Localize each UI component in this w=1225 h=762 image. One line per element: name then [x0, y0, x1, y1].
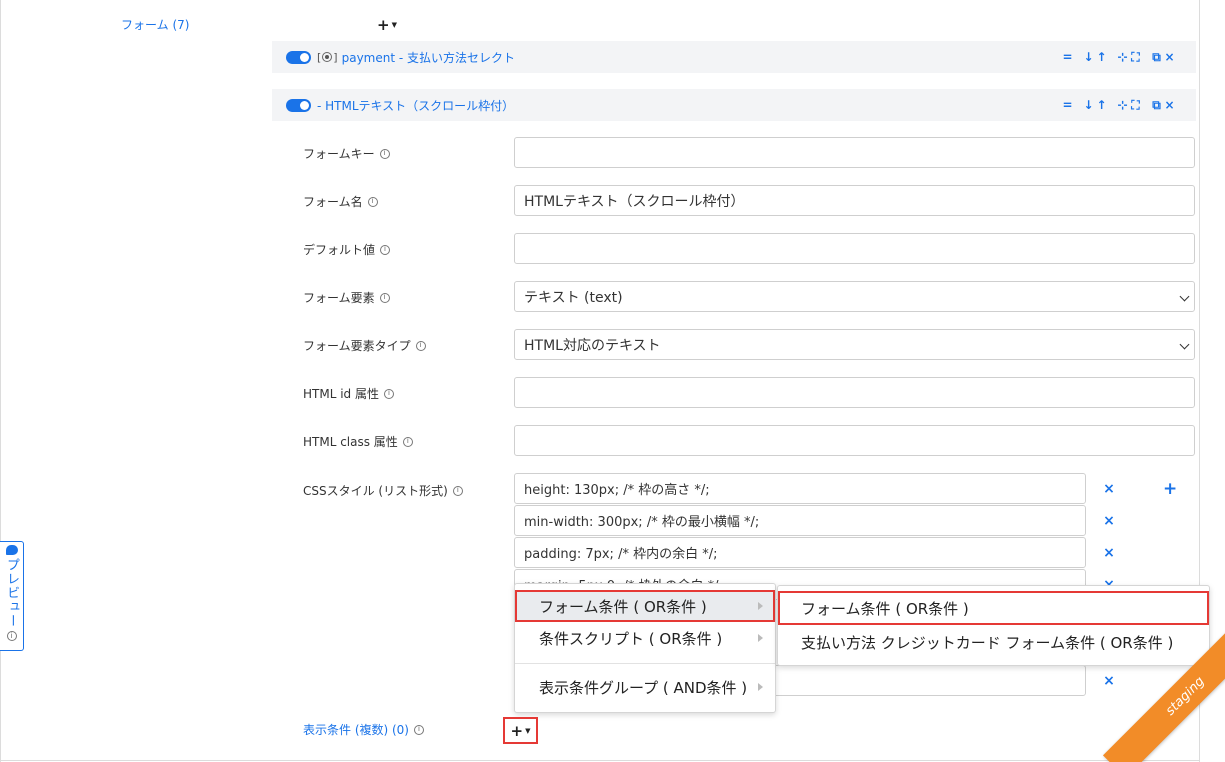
item-actions: = ↓ ↑ ⊹ ⛶ ⧉ ×: [1061, 41, 1176, 73]
chat-bubble-icon: [5, 545, 18, 555]
menu-item-condition-script[interactable]: 条件スクリプト ( OR条件 ): [515, 622, 775, 654]
css-style-input[interactable]: padding: 7px; /* 枠内の余白 */;: [514, 537, 1086, 568]
expand-icon[interactable]: ⛶: [1129, 98, 1142, 113]
form-item-title[interactable]: - HTMLテキスト（スクロール枠付）: [317, 97, 514, 114]
default-value-input[interactable]: [514, 233, 1195, 264]
menu-equals-icon[interactable]: =: [1061, 98, 1074, 112]
display-conditions-label[interactable]: 表示条件 (複数) (0) i: [303, 721, 424, 738]
form-item-title[interactable]: payment - 支払い方法セレクト: [342, 49, 515, 66]
enable-toggle[interactable]: [286, 50, 311, 64]
collapse-icon[interactable]: ⊹: [1116, 50, 1129, 64]
info-icon[interactable]: i: [415, 340, 426, 351]
form-element-select[interactable]: テキスト (text): [514, 281, 1195, 312]
info-icon[interactable]: i: [379, 148, 390, 159]
caret-down-icon: ▼: [525, 726, 531, 735]
chevron-right-icon: [758, 683, 763, 691]
form-condition-submenu: フォーム条件 ( OR条件 ) 支払い方法 クレジットカード フォーム条件 ( …: [777, 585, 1210, 666]
chevron-right-icon: [758, 602, 763, 610]
move-up-icon[interactable]: ↑: [1095, 98, 1108, 112]
item-actions: = ↓ ↑ ⊹ ⛶ ⧉ ×: [1061, 89, 1176, 121]
move-down-icon[interactable]: ↓: [1082, 98, 1095, 112]
preview-label: プレビュー: [4, 558, 19, 628]
form-name-input[interactable]: HTMLテキスト（スクロール枠付）: [514, 185, 1195, 216]
remove-css-icon[interactable]: ×: [1103, 513, 1115, 529]
remove-css-icon[interactable]: ×: [1103, 545, 1115, 561]
preview-side-tab[interactable]: プレビュー i: [0, 541, 24, 651]
forms-section-link[interactable]: フォーム (7): [121, 16, 189, 33]
menu-item-form-condition[interactable]: フォーム条件 ( OR条件 ): [515, 590, 775, 622]
css-style-input[interactable]: min-width: 300px; /* 枠の最小横幅 */;: [514, 505, 1086, 536]
form-element-type-label: フォーム要素タイプ i: [303, 337, 426, 354]
close-icon[interactable]: ×: [1163, 50, 1176, 64]
html-class-label: HTML class 属性 i: [303, 433, 413, 450]
html-class-input[interactable]: [514, 425, 1195, 456]
menu-equals-icon[interactable]: =: [1061, 50, 1074, 64]
enable-toggle[interactable]: [286, 98, 311, 112]
info-icon[interactable]: i: [379, 292, 390, 303]
form-key-input[interactable]: [514, 137, 1195, 168]
move-up-icon[interactable]: ↑: [1095, 50, 1108, 64]
form-element-label: フォーム要素 i: [303, 289, 390, 306]
html-id-input[interactable]: [514, 377, 1195, 408]
form-key-label: フォームキー i: [303, 145, 390, 162]
form-element-type-select[interactable]: HTML対応のテキスト: [514, 329, 1195, 360]
info-icon[interactable]: i: [452, 485, 463, 496]
copy-icon[interactable]: ⧉: [1150, 50, 1163, 65]
css-style-input[interactable]: height: 130px; /* 枠の高さ */;: [514, 473, 1086, 504]
submenu-item-credit-card-condition[interactable]: 支払い方法 クレジットカード フォーム条件 ( OR条件 ): [778, 625, 1209, 659]
plus-icon: +: [377, 16, 390, 34]
html-id-label: HTML id 属性 i: [303, 385, 394, 402]
remove-css-icon[interactable]: ×: [1103, 673, 1115, 689]
collapse-icon[interactable]: ⊹: [1116, 98, 1129, 112]
frame-bottom-border: [0, 760, 1200, 761]
info-icon[interactable]: i: [402, 436, 413, 447]
menu-divider: [515, 663, 775, 664]
info-icon[interactable]: i: [383, 388, 394, 399]
add-condition-dropdown-button[interactable]: + ▼: [503, 717, 538, 744]
submenu-item-form-condition[interactable]: フォーム条件 ( OR条件 ): [778, 591, 1209, 625]
condition-type-menu: フォーム条件 ( OR条件 ) 条件スクリプト ( OR条件 ) 表示条件グルー…: [514, 583, 776, 713]
default-value-label: デフォルト値 i: [303, 241, 391, 258]
css-style-label: CSSスタイル (リスト形式) i: [303, 482, 463, 499]
close-icon[interactable]: ×: [1163, 98, 1176, 112]
form-item-html-text: - HTMLテキスト（スクロール枠付） = ↓ ↑ ⊹ ⛶ ⧉ ×: [272, 89, 1196, 121]
radio-type-icon: []: [317, 50, 338, 64]
plus-icon: +: [510, 721, 524, 740]
add-css-icon[interactable]: +: [1163, 479, 1177, 499]
info-icon: i: [6, 631, 17, 641]
copy-icon[interactable]: ⧉: [1150, 98, 1163, 113]
form-name-label: フォーム名 i: [303, 193, 378, 210]
info-icon[interactable]: i: [367, 196, 378, 207]
move-down-icon[interactable]: ↓: [1082, 50, 1095, 64]
add-form-dropdown-button[interactable]: + ▼: [374, 14, 400, 36]
expand-icon[interactable]: ⛶: [1129, 50, 1142, 65]
info-icon[interactable]: i: [380, 244, 391, 255]
form-item-payment: [] payment - 支払い方法セレクト = ↓ ↑ ⊹ ⛶ ⧉ ×: [272, 41, 1196, 73]
chevron-right-icon: [758, 634, 763, 642]
info-icon[interactable]: i: [414, 724, 424, 735]
caret-down-icon: ▼: [391, 21, 397, 29]
remove-css-icon[interactable]: ×: [1103, 481, 1115, 497]
menu-item-condition-group[interactable]: 表示条件グループ ( AND条件 ): [515, 671, 775, 703]
